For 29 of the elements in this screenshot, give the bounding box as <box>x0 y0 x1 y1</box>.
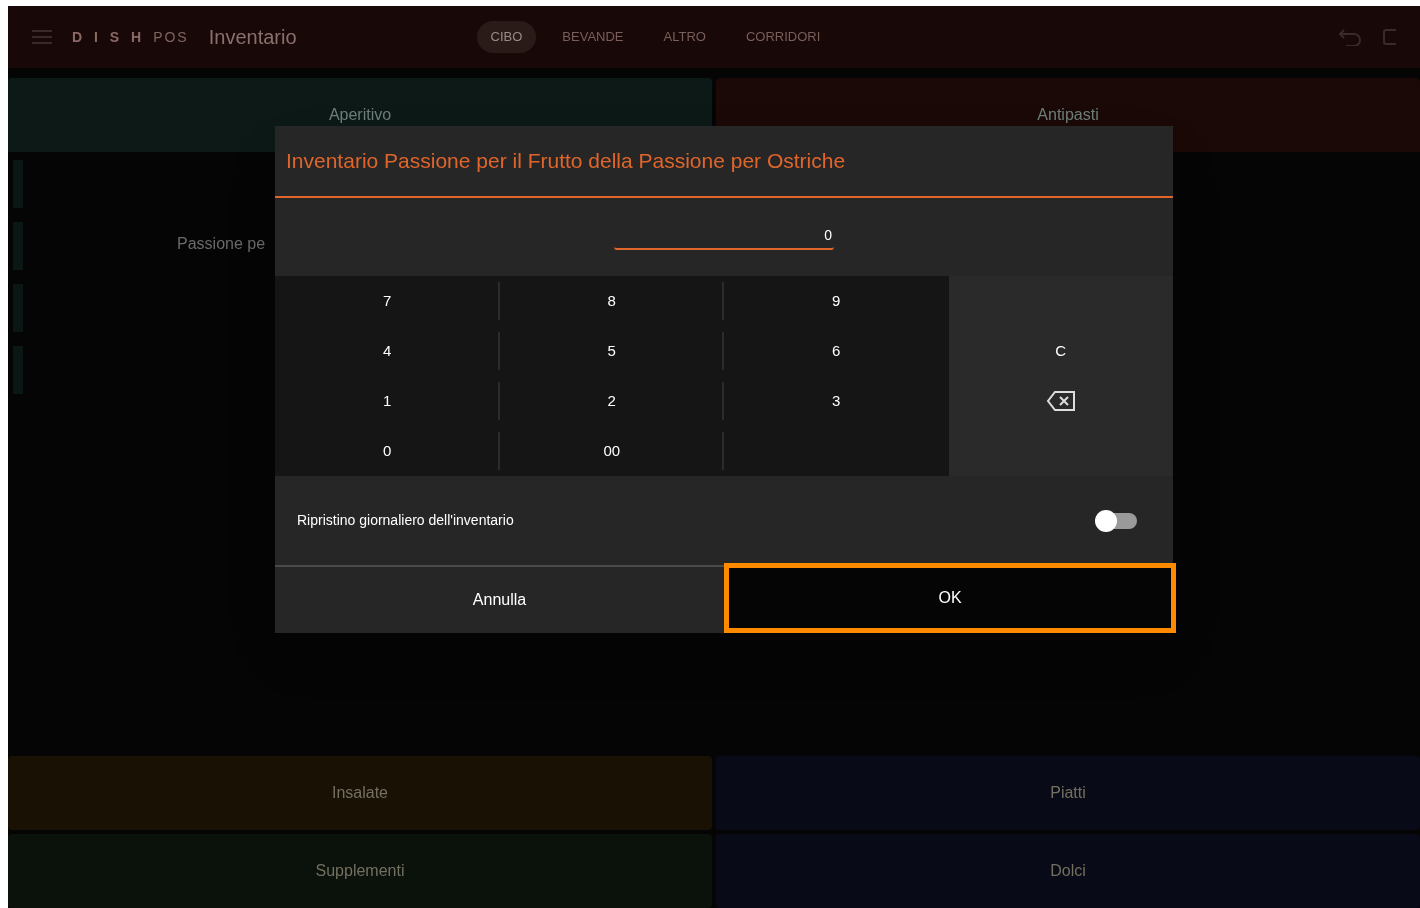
keypad-key[interactable]: 4 <box>275 326 500 376</box>
toggle-label: Ripristino giornaliero dell'inventario <box>297 511 514 530</box>
toggle-switch[interactable] <box>1097 512 1137 529</box>
logo-subtext: POS <box>153 27 189 47</box>
keypad-key[interactable]: 00 <box>499 426 724 476</box>
keypad-key[interactable]: 0 <box>275 426 500 476</box>
category-tile[interactable]: Dolci <box>716 834 1420 908</box>
keypad-key[interactable]: 5 <box>499 326 724 376</box>
keypad-key[interactable]: 6 <box>724 326 949 376</box>
category-tab[interactable]: CIBO <box>476 21 537 53</box>
category-tile[interactable]: Insalate <box>8 756 712 830</box>
keypad-key[interactable]: 3 <box>724 376 949 426</box>
undo-icon[interactable] <box>1338 28 1362 46</box>
item-label: Passione pe <box>177 234 266 254</box>
category-tile[interactable]: Supplementi <box>8 834 712 908</box>
keypad-key[interactable]: 7 <box>275 276 500 326</box>
quantity-input[interactable]: 0 <box>614 224 834 250</box>
logo-text: D I S H <box>72 27 146 47</box>
menu-icon[interactable] <box>32 30 52 44</box>
category-tile[interactable]: Piatti <box>716 756 1420 830</box>
clear-key[interactable]: C <box>948 326 1173 376</box>
dialog-button[interactable]: OK <box>724 563 1176 633</box>
backspace-icon <box>1045 390 1076 412</box>
dialog-button[interactable]: Annulla <box>275 567 724 633</box>
keypad-key[interactable]: 1 <box>275 376 500 426</box>
keypad-key[interactable]: 9 <box>724 276 949 326</box>
keypad-key[interactable]: 2 <box>499 376 724 426</box>
page-title: Inventario <box>208 25 297 50</box>
keypad-key[interactable]: 8 <box>499 276 724 326</box>
